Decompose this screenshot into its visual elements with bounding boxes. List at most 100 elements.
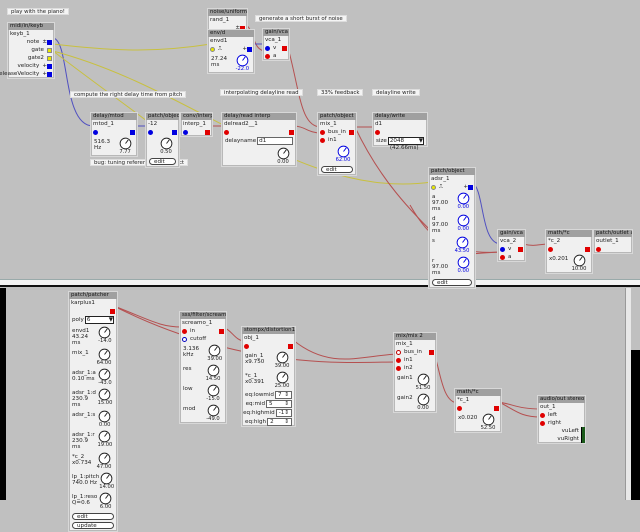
inlet-audio-icon[interactable] [457,405,462,411]
knob[interactable]: 0.00 [455,214,472,232]
inlet-audio-icon[interactable] [548,246,553,252]
object-patch-object[interactable]: patch/object -12 0.50 edit [145,112,180,168]
knob[interactable]: 43.50 [452,236,472,254]
knob[interactable]: -43.0 [96,368,114,386]
object-delay-read-interp[interactable]: delay/read interp delread2__1 delayname d1 0… [221,112,297,167]
object-conv-interp[interactable]: conv/interp interp_1 [180,112,213,137]
outlet-frac-icon[interactable] [172,129,177,135]
object-title[interactable]: midi/in/keyb [8,23,54,30]
edit-button[interactable]: edit [72,513,114,520]
object-title[interactable]: math/*c [455,389,501,396]
object-title[interactable]: audio/out stereo [538,396,585,403]
object-patch-object[interactable]: patch/object adsr_1 ⎍ + a 97.00 ms 0.00 d 97.00 … [428,167,476,289]
object-gain-vca[interactable]: gain/vca vca_2 v a [497,229,526,262]
eq:high-spinner[interactable]: 2 ⇕ [267,417,292,426]
outlet-audio-icon[interactable] [289,129,294,135]
object-sss-filter-screamo[interactable]: sss/filter/screamo screamo_1 in cutoff 3.136… [179,311,227,424]
object-math-c[interactable]: math/*c *c_2 x0.201 10.00 [545,229,593,274]
edit-button[interactable]: edit [321,166,353,173]
object-env-d[interactable]: env/d envd1 ⎍ + 27.24 ms -22.0 [207,29,255,74]
outlet-audio-icon[interactable] [518,246,523,252]
outlet-audio-icon[interactable] [110,308,115,314]
update-button[interactable]: update [72,522,114,529]
object-title[interactable]: env/d [208,30,254,37]
knob[interactable]: 14.00 [99,472,114,490]
knob-dial-icon[interactable] [99,492,112,505]
knob[interactable]: -14.0 [96,326,114,344]
outlet-audio-icon[interactable] [585,246,590,252]
knob[interactable]: 64.00 [94,348,114,366]
object-math-c[interactable]: math/*c *c_1 x0.020 52.50 [454,388,502,433]
outlet-frac-icon[interactable] [130,129,135,135]
outlet-audio-icon[interactable] [205,129,210,135]
object-title[interactable]: conv/interp [181,113,212,120]
object-title[interactable]: delay/write [373,113,427,120]
eq:lowmid-spinner[interactable]: 7 ⇕ [274,390,292,399]
object-title[interactable]: delay/mtod [91,113,137,120]
eq:highmid-spinner[interactable]: -1 ⇕ [275,408,292,417]
outlet-frac-icon[interactable] [47,39,52,45]
eq:mid-spinner[interactable]: 5 ⇕ [266,399,292,408]
knob[interactable]: 0.00 [455,256,472,274]
object-title[interactable]: delay/read interp [222,113,296,120]
knob[interactable]: 0.00 [413,393,433,411]
outlet-audio-icon[interactable] [219,328,224,334]
knob[interactable]: -15.0 [203,384,223,402]
object-patch-outlet-a[interactable]: patch/outlet a outlet_1 [593,229,633,254]
object-title[interactable]: noise/uniform [208,9,247,16]
object-delay-mtod[interactable]: delay/mtod mtod_1 516.3 Hz 7.77 [90,112,138,157]
knob[interactable]: 39.00 [206,344,223,362]
poly-dropdown[interactable]: 6 ▼ [84,316,114,324]
spinner-arrows-icon[interactable]: ⇕ [284,410,289,416]
spinner-arrows-icon[interactable]: ⇕ [284,419,289,425]
outlet-bool-icon[interactable] [47,55,52,61]
inlet-frac-icon[interactable] [148,129,153,135]
object-midi-in-keyb[interactable]: midi/in/keyb keyb_1 note ± gate gate2 velocity… [0,22,55,79]
chevron-down-icon[interactable]: ▼ [109,317,113,323]
outlet-audio-icon[interactable] [494,405,499,411]
spinner-arrows-icon[interactable]: ⇕ [284,401,289,407]
outlet-frac-icon[interactable] [47,71,52,77]
knob[interactable]: 0.00 [95,410,114,428]
outlet-audio-icon[interactable] [349,129,354,135]
knob[interactable]: -49.0 [203,404,223,422]
edit-button[interactable]: edit [432,279,472,286]
chevron-down-icon[interactable]: ▼ [419,138,423,144]
object-title[interactable]: math/*c [546,230,592,237]
object-title[interactable]: gain/vca [498,230,525,237]
object-title[interactable]: mix/mix 2 [394,333,436,340]
outlet-frac-icon[interactable] [247,46,252,52]
object-title[interactable]: patch/object [146,113,179,120]
outlet-frac-icon[interactable] [47,63,52,69]
object-title[interactable]: patch/object [318,113,356,120]
object-title[interactable]: patch/outlet a [594,230,632,237]
knob[interactable]: 62.00 [333,145,353,163]
inlet-audio-icon[interactable] [244,343,249,349]
knob[interactable]: 52.50 [478,413,498,431]
object-title[interactable]: sss/filter/screamo [180,312,226,319]
outlet-bool-icon[interactable] [47,47,52,53]
inlet-frac-icon[interactable] [93,129,98,135]
object-patch-patcher[interactable]: patch/patcher karplus1 poly 6 ▼ envd1 43.24 ms… [68,291,118,532]
outlet-frac-icon[interactable] [468,184,473,190]
knob[interactable]: 0.00 [455,192,472,210]
object-title[interactable]: stompx/distortion1 [242,327,295,334]
outlet-audio-icon[interactable] [429,349,434,355]
object-title[interactable]: patch/patcher [69,292,117,299]
knob[interactable]: 6.00 [97,492,114,510]
knob[interactable]: 25.00 [272,371,292,389]
outlet-audio-icon[interactable] [282,45,287,51]
delayname-input[interactable]: d1 [257,137,293,145]
object-stompx-distortion1[interactable]: stompx/distortion1 obj_1 gain_1 x9.750 39.00… [241,326,296,427]
spinner-arrows-icon[interactable]: ⇕ [284,392,289,398]
knob[interactable]: 0.00 [273,147,293,165]
inlet-audio-icon[interactable] [375,129,380,135]
object-mix-mix-2[interactable]: mix/mix 2 mix_1 bus_in in1 in2 gain1 51.50 gain… [393,332,437,413]
object-audio-out-stereo[interactable]: audio/out stereo out_1 left right vuLeft vuRi… [537,395,586,444]
outlet-audio-icon[interactable] [288,343,293,349]
size-dropdown[interactable]: 2048 (42.66ms) ▼ [387,137,424,151]
object-title[interactable]: gain/vca [263,29,289,36]
inlet-frac-icon[interactable] [183,129,188,135]
object-delay-write[interactable]: delay/write d1 size 2048 (42.66ms) ▼ [372,112,428,151]
object-patch-object[interactable]: patch/object mix_1 bus_in in1 62.00 edit [317,112,357,176]
